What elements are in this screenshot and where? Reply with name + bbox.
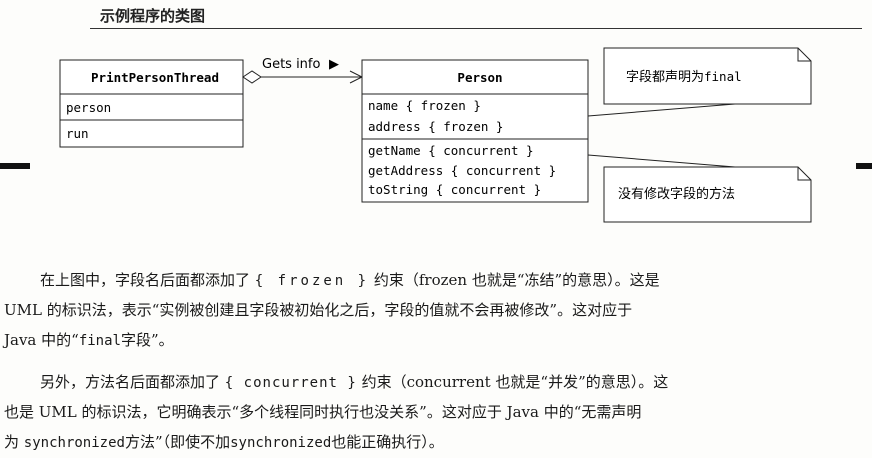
p2-l1-b: 约束（concurrent 也就是“并发”的意思）。这 [361,373,669,391]
association-label: Gets info [262,57,321,72]
p2-l2: 也是 UML 的标识法，它明确表示“多个线程同时执行也没关系”。这对应于 Jav… [4,403,642,421]
p2-l3-code2: synchronized [230,435,332,451]
class-diagram: PrintPersonThread person run Gets info ▶… [59,47,812,223]
note-no-modifier-methods: 没有修改字段的方法 [587,154,812,223]
class-print-person-thread: PrintPersonThread person run [59,59,244,148]
field-person: person [66,100,111,115]
class-name-print-person-thread: PrintPersonThread [91,70,219,85]
p1-l2: UML 的标识法，表示“实例被创建且字段被初始化之后，字段的值就不会再被修改”。… [4,301,633,319]
p1-l3-code: final [78,333,121,349]
association-gets-info: Gets info ▶ [242,57,364,84]
method-run: run [66,126,89,141]
p1-l3-a: Java 中的“ [4,331,79,349]
paragraph-2-line-3: 为 synchronized方法”（即使不加synchronized也能正确执行… [4,427,872,458]
p2-l1-code: { concurrent } [224,375,357,391]
paragraph-1-line-2: UML 的标识法，表示“实例被创建且字段被初始化之后，字段的值就不会再被修改”。… [4,295,872,325]
p2-l3-c: 也能正确执行）。 [331,433,444,451]
method-to-string: toString { concurrent } [368,182,541,197]
note-text-no-modifier: 没有修改字段的方法 [618,186,735,202]
method-get-address: getAddress { concurrent } [368,163,556,178]
p1-l1-code: { frozen } [254,273,370,289]
p1-l1-a: 在上图中，字段名后面都添加了 [40,271,251,289]
p1-l3-b: 字段”。 [120,331,174,349]
note-text-final-prefix: 字段都声明为 [626,70,704,85]
class-name-person: Person [457,70,502,85]
note-final-fields: 字段都声明为 final [587,47,812,117]
note-text-final-code: final [704,69,742,84]
class-person: Person name { frozen } address { frozen … [361,59,589,203]
paragraph-1-line-3: Java 中的“final字段”。 [4,325,872,356]
field-address: address { frozen } [368,119,503,134]
direction-arrow-icon: ▶ [329,57,339,72]
paragraph-2-line-1: 另外，方法名后面都添加了 { concurrent } 约束（concurren… [40,367,870,398]
field-name: name { frozen } [368,98,481,113]
p2-l3-b: 方法”（即使不加 [124,433,231,451]
method-get-name: getName { concurrent } [368,143,534,158]
paragraph-2-line-2: 也是 UML 的标识法，它明确表示“多个线程同时执行也没关系”。这对应于 Jav… [4,397,872,427]
paragraph-1-line-1: 在上图中，字段名后面都添加了 { frozen } 约束（frozen 也就是“… [40,265,870,296]
p2-l3-a: 为 [4,433,20,451]
p2-l1-a: 另外，方法名后面都添加了 [40,373,221,391]
p2-l3-code1: synchronized [23,435,125,451]
p1-l1-b: 约束（frozen 也就是“冻结”的意思）。这是 [373,271,660,289]
